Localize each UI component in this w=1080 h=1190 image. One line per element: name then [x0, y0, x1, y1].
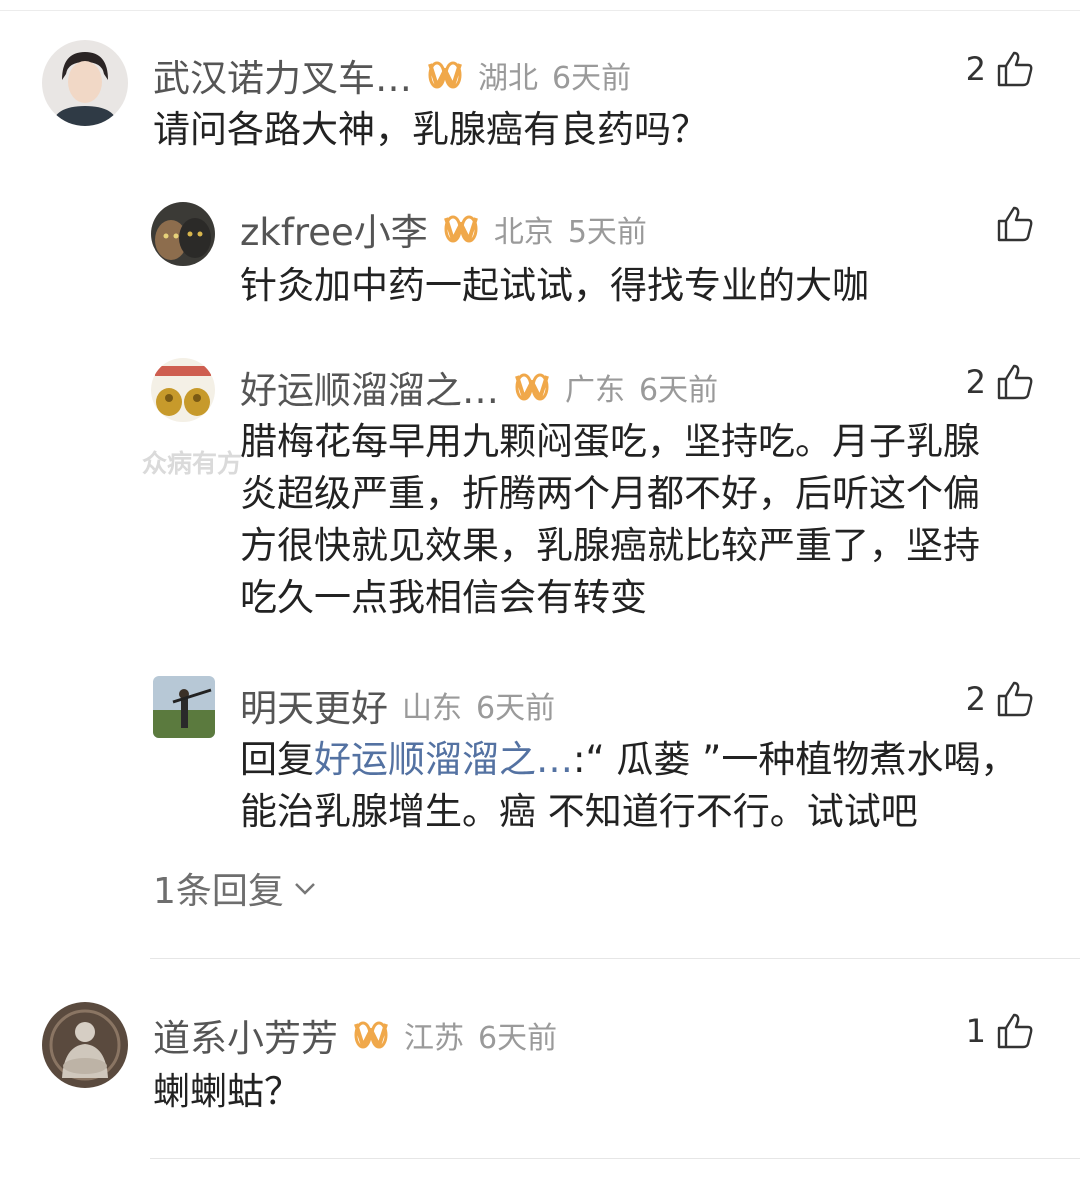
like-button[interactable]: 2 — [966, 363, 1034, 401]
avatar[interactable] — [153, 676, 215, 738]
timestamp: 5天前 — [567, 215, 647, 250]
like-button[interactable] — [996, 205, 1034, 243]
like-button[interactable]: 2 — [966, 680, 1034, 718]
like-count: 1 — [965, 1012, 986, 1050]
comment-text: 腊梅花每早用九颗闷蛋吃，坚持吃。月子乳腺 炎超级严重，折腾两个月都不好，后听这个… — [240, 416, 980, 624]
vip-badge-icon — [428, 61, 462, 89]
location: 北京 — [493, 215, 554, 250]
comment-text: 回复好运顺溜溜之…:“ 瓜蒌 ”一种植物煮水喝， 能治乳腺增生。癌 不知道行不行… — [240, 734, 1017, 838]
location: 山东 — [402, 691, 462, 726]
avatar[interactable] — [42, 1002, 128, 1088]
top-divider — [0, 10, 1080, 11]
vip-badge-icon — [354, 1021, 388, 1049]
author-name[interactable]: 好运顺溜溜之… — [240, 360, 499, 414]
timestamp: 6天前 — [478, 1021, 558, 1056]
text-line: 能治乳腺增生。癌 不知道行不行。试试吧 — [240, 790, 918, 833]
like-count: 2 — [965, 50, 986, 88]
comment-divider — [150, 1158, 1080, 1159]
thumb-up-icon — [997, 1013, 1033, 1049]
author-name[interactable]: 道系小芳芳 — [153, 1008, 338, 1062]
text-line: 吃久一点我相信会有转变 — [240, 576, 647, 619]
watermark: 众病有方 — [142, 449, 243, 478]
text-line: :“ 瓜蒌 ”一种植物煮水喝， — [573, 738, 1018, 781]
text-line: 方很快就见效果，乳腺癌就比较严重了，坚持 — [240, 524, 980, 567]
vip-badge-icon — [515, 373, 549, 401]
comment-divider — [150, 958, 1080, 959]
text-line: 腊梅花每早用九颗闷蛋吃，坚持吃。月子乳腺 — [240, 420, 980, 463]
location: 广东 — [565, 373, 625, 408]
author-name[interactable]: 武汉诺力叉车… — [153, 48, 412, 102]
avatar[interactable] — [151, 358, 215, 422]
reply-target-link[interactable]: 好运顺溜溜之… — [314, 738, 573, 781]
timestamp: 6天前 — [552, 61, 632, 96]
like-button[interactable]: 2 — [966, 50, 1034, 88]
like-button[interactable]: 1 — [966, 1012, 1034, 1050]
comment-text: 蝲蝲蛄？ — [153, 1070, 301, 1113]
comment-text: 请问各路大神，乳腺癌有良药吗？ — [153, 108, 708, 151]
like-count: 2 — [965, 680, 986, 718]
thumb-up-icon — [997, 681, 1033, 717]
more-replies-label: 1条回复 — [153, 871, 284, 912]
text-line: 炎超级严重，折腾两个月都不好，后听这个偏 — [240, 472, 980, 515]
thumb-up-icon — [997, 51, 1033, 87]
avatar[interactable] — [151, 202, 215, 266]
thumb-up-icon — [997, 206, 1033, 242]
like-count: 2 — [965, 363, 986, 401]
location: 江苏 — [404, 1021, 464, 1056]
location: 湖北 — [478, 61, 538, 96]
chevron-down-icon — [295, 883, 315, 895]
timestamp: 6天前 — [639, 373, 719, 408]
thumb-up-icon — [997, 364, 1033, 400]
more-replies-button[interactable]: 1条回复 — [153, 862, 318, 914]
author-name[interactable]: 明天更好 — [240, 678, 388, 732]
reply-prefix: 回复 — [240, 738, 314, 781]
vip-badge-icon — [443, 215, 478, 243]
timestamp: 6天前 — [476, 691, 556, 726]
comment-text: 针灸加中药一起试试，得找专业的大咖 — [240, 264, 869, 307]
author-name[interactable]: zkfree小李 — [240, 202, 428, 256]
avatar[interactable] — [42, 40, 128, 126]
